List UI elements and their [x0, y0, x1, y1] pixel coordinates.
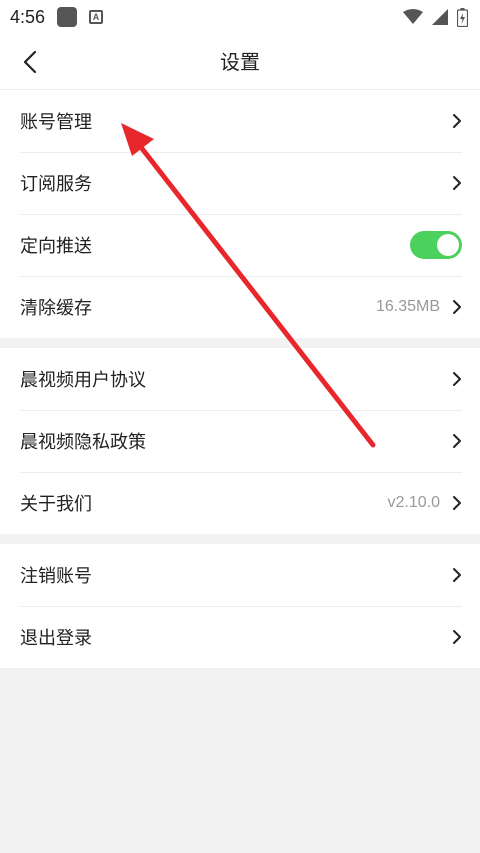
top-app-bar: 设置	[0, 34, 480, 90]
chevron-right-icon	[453, 372, 461, 386]
settings-item-label: 关于我们	[20, 494, 92, 515]
chevron-right-icon	[453, 300, 461, 314]
settings-item-about-us[interactable]: 关于我们 v2.10.0	[0, 472, 480, 534]
settings-item-label: 定向推送	[20, 236, 92, 257]
chevron-right-icon	[453, 630, 461, 644]
settings-item-label: 晨视频用户协议	[20, 370, 146, 391]
chevron-right-icon	[453, 496, 461, 510]
app-version-value: v2.10.0	[387, 494, 440, 511]
settings-item-account-management[interactable]: 账号管理	[0, 90, 480, 152]
settings-group-about: 晨视频用户协议 晨视频隐私政策 关于我们 v2.10.0	[0, 348, 480, 534]
app-notification-icon: A	[89, 10, 104, 24]
notification-icon	[57, 7, 78, 27]
wifi-icon	[403, 9, 423, 24]
settings-item-label: 账号管理	[20, 112, 92, 133]
settings-item-logout[interactable]: 退出登录	[0, 606, 480, 668]
settings-item-delete-account[interactable]: 注销账号	[0, 544, 480, 606]
settings-item-privacy-policy[interactable]: 晨视频隐私政策	[0, 410, 480, 472]
chevron-right-icon	[453, 434, 461, 448]
status-icons	[403, 7, 468, 27]
settings-item-label: 清除缓存	[20, 298, 92, 319]
settings-item-subscription[interactable]: 订阅服务	[0, 152, 480, 214]
settings-group-account: 账号管理 订阅服务 定向推送 清除缓存 16.35MB	[0, 90, 480, 338]
chevron-right-icon	[453, 114, 461, 128]
settings-item-label: 退出登录	[20, 628, 92, 649]
status-time: 4:56	[10, 6, 46, 27]
settings-item-label: 订阅服务	[20, 174, 92, 195]
battery-icon	[457, 7, 468, 27]
settings-item-label: 注销账号	[20, 566, 92, 587]
page-title: 设置	[220, 50, 260, 74]
cache-size-value: 16.35MB	[375, 298, 440, 315]
signal-icon	[432, 9, 448, 25]
settings-item-user-agreement[interactable]: 晨视频用户协议	[0, 348, 480, 410]
chevron-right-icon	[453, 568, 461, 582]
settings-item-label: 晨视频隐私政策	[20, 432, 146, 453]
settings-group-session: 注销账号 退出登录	[0, 544, 480, 668]
settings-item-clear-cache[interactable]: 清除缓存 16.35MB	[0, 276, 480, 338]
targeted-push-toggle[interactable]	[410, 231, 462, 259]
status-bar: 4:56 A	[0, 0, 480, 34]
settings-item-targeted-push: 定向推送	[0, 214, 480, 276]
chevron-right-icon	[453, 176, 461, 190]
toggle-knob	[437, 234, 459, 256]
